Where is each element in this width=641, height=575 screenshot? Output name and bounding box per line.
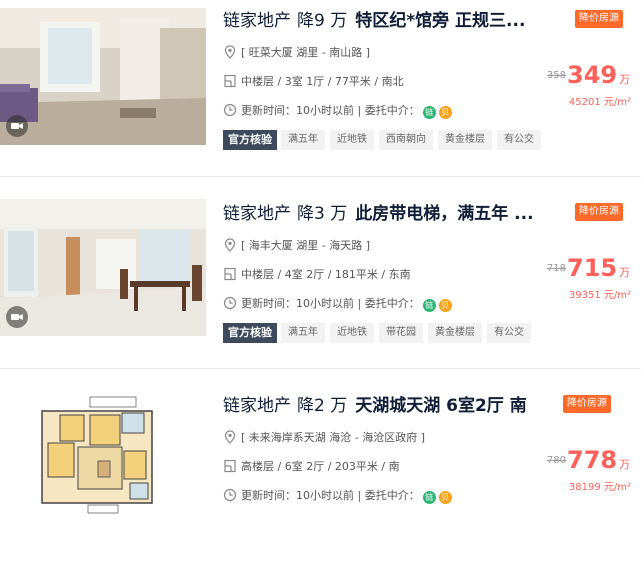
- listing-photo[interactable]: [0, 8, 206, 145]
- spec-text: 中楼层 / 4室 2厅 / 181平米 / 东南: [241, 268, 411, 281]
- agency-name: 链家地产: [223, 204, 291, 224]
- update-text: 更新时间：10小时以前 | 委托中介：: [241, 104, 420, 117]
- floorplan-icon: [224, 459, 236, 473]
- clock-icon: [223, 103, 237, 117]
- spec-line: 中楼层 / 4室 2厅 / 181平米 / 东南: [223, 265, 411, 285]
- listing-divider: [0, 368, 641, 369]
- listing-photo[interactable]: [0, 199, 206, 336]
- update-text: 更新时间：10小时以前 | 委托中介：: [241, 489, 420, 502]
- price-number: 715: [567, 254, 618, 282]
- listing-title[interactable]: 链家地产 降2 万天湖城天湖 6室2厅 南: [223, 392, 553, 420]
- feature-tags: 官方核验 满五年 近地铁 带花园 黄金楼层 有公交: [223, 323, 536, 345]
- unit-price: 38199 元/m²: [568, 482, 631, 493]
- location-pin-icon: [224, 238, 236, 252]
- listing-card[interactable]: 链家地产 降9 万特区纪*馆旁 正规三... 降价房源 [ 旺菜大厦 湖里 - 南…: [0, 0, 641, 190]
- price-unit: 万: [619, 73, 631, 86]
- vr-camera-icon[interactable]: [6, 306, 28, 328]
- total-price: 778 万: [567, 443, 630, 477]
- official-verified-tag: 官方核验: [223, 130, 277, 150]
- official-verified-tag: 官方核验: [223, 323, 277, 343]
- old-price: 780: [546, 455, 566, 466]
- agent-badge-green[interactable]: 链: [422, 299, 436, 312]
- listing-title[interactable]: 链家地产 降9 万特区纪*馆旁 正规三...: [223, 7, 571, 35]
- agent-badge-green[interactable]: 链: [422, 106, 436, 119]
- update-line: 更新时间：10小时以前 | 委托中介：链贝: [223, 294, 452, 314]
- listing-card[interactable]: 链家地产 降2 万天湖城天湖 6室2厅 南 降价房源 [ 未来海岸系天湖 海沧 -…: [0, 385, 641, 575]
- price-reduced-tag: 降价房源: [575, 10, 623, 28]
- spec-text: 中楼层 / 3室 1厅 / 77平米 / 南北: [241, 75, 404, 88]
- location-line: [ 旺菜大厦 湖里 - 南山路 ]: [223, 43, 370, 63]
- agent-badge-orange[interactable]: 贝: [438, 106, 452, 119]
- location-text[interactable]: [ 未来海岸系天湖 海沧 - 海沧区政府 ]: [241, 431, 425, 444]
- price-reduced-tag: 降价房源: [563, 395, 611, 413]
- location-line: [ 未来海岸系天湖 海沧 - 海沧区政府 ]: [223, 428, 425, 448]
- vr-camera-icon[interactable]: [6, 115, 28, 137]
- feature-tag: 近地铁: [330, 130, 374, 150]
- total-price: 715 万: [567, 251, 630, 285]
- price-number: 349: [567, 61, 618, 89]
- feature-tag: 满五年: [281, 323, 325, 343]
- feature-tag: 满五年: [281, 130, 325, 150]
- update-text: 更新时间：10小时以前 | 委托中介：: [241, 297, 420, 310]
- price-drop: 降9 万: [297, 11, 348, 31]
- feature-tags: 官方核验 满五年 近地铁 西南朝向 黄金楼层 有公交: [223, 130, 546, 152]
- price-reduced-tag: 降价房源: [575, 203, 623, 221]
- location-pin-icon: [224, 45, 236, 59]
- location-pin-icon: [224, 430, 236, 444]
- agent-badge-orange[interactable]: 贝: [438, 299, 452, 312]
- feature-tag: 有公交: [497, 130, 541, 150]
- update-line: 更新时间：10小时以前 | 委托中介：链贝: [223, 486, 452, 506]
- agent-badge-orange[interactable]: 贝: [438, 491, 452, 504]
- location-line: [ 海丰大厦 湖里 - 海天路 ]: [223, 236, 370, 256]
- unit-price: 39351 元/m²: [568, 290, 631, 301]
- feature-tag: 黄金楼层: [438, 130, 492, 150]
- price-drop: 降2 万: [297, 396, 348, 416]
- listing-headline[interactable]: 特区纪*馆旁 正规三...: [355, 11, 525, 31]
- spec-line: 中楼层 / 3室 1厅 / 77平米 / 南北: [223, 72, 404, 92]
- spec-text: 高楼层 / 6室 2厅 / 203平米 / 南: [241, 460, 400, 473]
- clock-icon: [223, 488, 237, 502]
- floorplan-icon: [224, 74, 236, 88]
- price-number: 778: [567, 446, 618, 474]
- listing-headline[interactable]: 此房带电梯，满五年 ...: [355, 204, 533, 224]
- feature-tag: 黄金楼层: [428, 323, 482, 343]
- location-text[interactable]: [ 海丰大厦 湖里 - 海天路 ]: [241, 239, 370, 252]
- clock-icon: [223, 296, 237, 310]
- listing-card[interactable]: 链家地产 降3 万此房带电梯，满五年 ... 降价房源 [ 海丰大厦 湖里 - 海…: [0, 193, 641, 383]
- floorplan-icon: [224, 267, 236, 281]
- listing-divider: [0, 176, 641, 177]
- old-price: 718: [546, 263, 566, 274]
- agent-badge-green[interactable]: 链: [422, 491, 436, 504]
- update-line: 更新时间：10小时以前 | 委托中介：链贝: [223, 101, 452, 121]
- price-drop: 降3 万: [297, 204, 348, 224]
- spec-line: 高楼层 / 6室 2厅 / 203平米 / 南: [223, 457, 400, 477]
- agency-name: 链家地产: [223, 11, 291, 31]
- feature-tag: 西南朝向: [379, 130, 433, 150]
- listing-headline[interactable]: 天湖城天湖 6室2厅 南: [355, 396, 527, 416]
- feature-tag: 近地铁: [330, 323, 374, 343]
- listing-title[interactable]: 链家地产 降3 万此房带电梯，满五年 ...: [223, 200, 571, 228]
- total-price: 349 万: [567, 58, 630, 92]
- location-text[interactable]: [ 旺菜大厦 湖里 - 南山路 ]: [241, 46, 370, 59]
- old-price: 358: [546, 70, 566, 81]
- price-unit: 万: [619, 266, 631, 279]
- feature-tag: 带花园: [379, 323, 423, 343]
- price-unit: 万: [619, 458, 631, 471]
- feature-tag: 有公交: [487, 323, 531, 343]
- listing-floorplan[interactable]: [0, 391, 206, 518]
- agency-name: 链家地产: [223, 396, 291, 416]
- unit-price: 45201 元/m²: [568, 97, 631, 108]
